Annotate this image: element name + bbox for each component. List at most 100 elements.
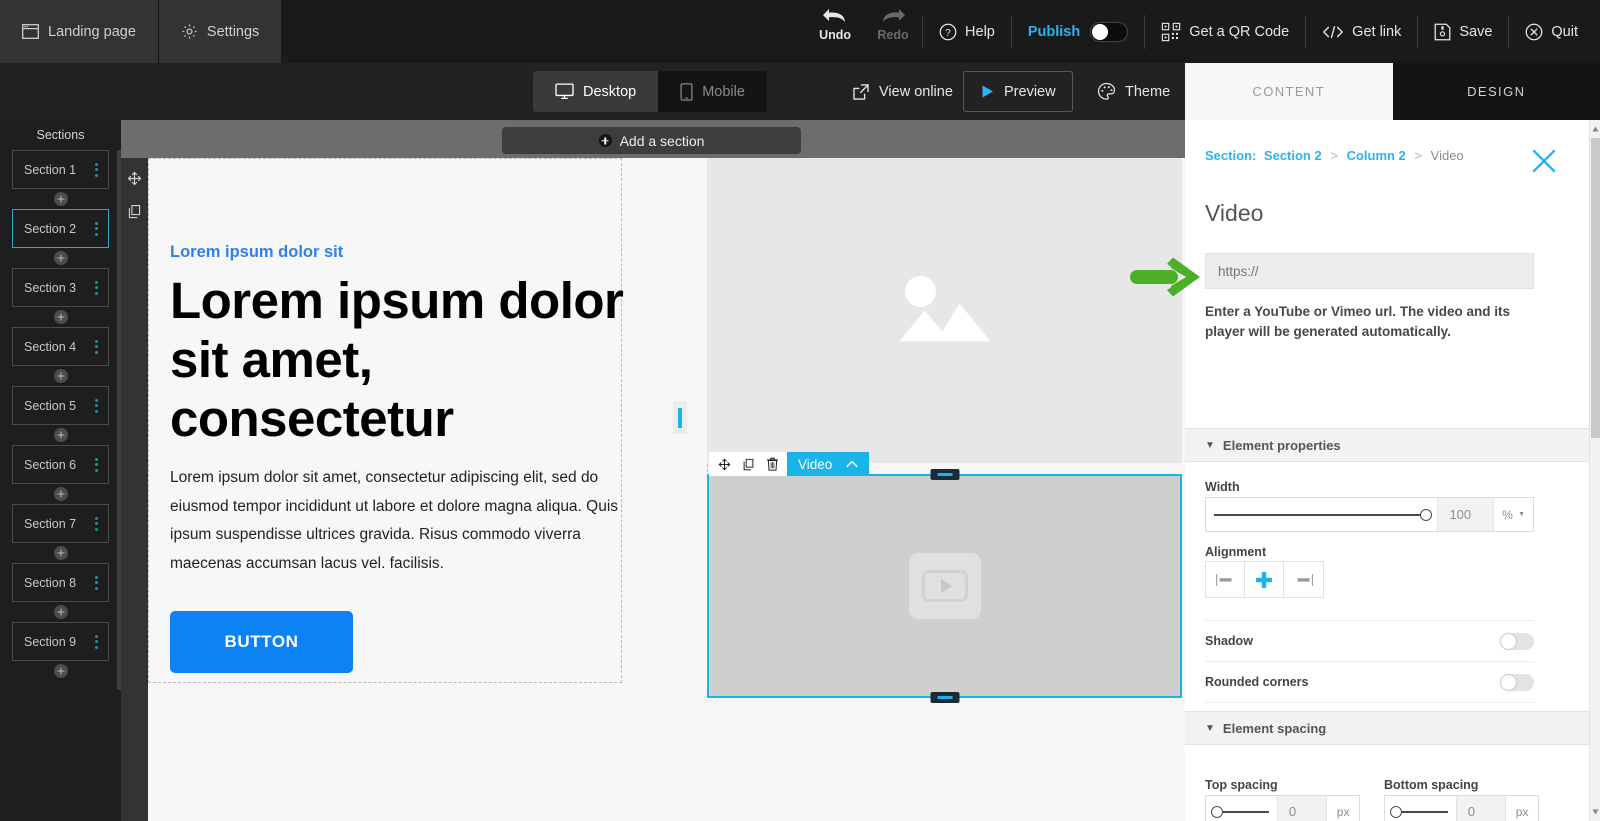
delete-element-button[interactable] [760, 452, 784, 476]
breadcrumb-section-prefix[interactable]: Section: [1205, 148, 1256, 163]
align-center-button[interactable] [1245, 562, 1284, 597]
sidebar-item-section-1[interactable]: Section 1 [12, 150, 109, 189]
scroll-down-arrow-icon[interactable] [1591, 805, 1600, 819]
duplicate-element-button[interactable] [736, 452, 760, 476]
section-more-options-icon[interactable] [95, 635, 98, 649]
right-panel-scroll-thumb[interactable] [1591, 138, 1600, 438]
sidebar-item-section-3[interactable]: Section 3 [12, 268, 109, 307]
sidebar-item-section-5[interactable]: Section 5 [12, 386, 109, 425]
bottom-spacing-value[interactable]: 0 [1456, 796, 1505, 821]
sidebar-item-label: Section 4 [24, 340, 76, 354]
width-slider-knob[interactable] [1420, 509, 1432, 521]
width-unit-select[interactable]: % ▼ [1493, 498, 1533, 531]
add-section-after-1[interactable] [54, 192, 68, 206]
sidebar-item-section-9[interactable]: Section 9 [12, 622, 109, 661]
device-mobile-button[interactable]: Mobile [658, 71, 767, 112]
image-placeholder[interactable] [707, 158, 1182, 463]
sidebar-item-label: Section 8 [24, 576, 76, 590]
bottom-spacing-slider[interactable] [1385, 796, 1456, 821]
breadcrumb-column[interactable]: Column 2 [1347, 148, 1406, 163]
get-qr-code-button[interactable]: Get a QR Code [1145, 12, 1305, 52]
device-desktop-button[interactable]: Desktop [533, 71, 658, 112]
column-1[interactable]: Lorem ipsum dolor sit Lorem ipsum dolor … [148, 158, 622, 683]
section-more-options-icon[interactable] [95, 399, 98, 413]
accordion-element-properties[interactable]: ▼ Element properties [1185, 428, 1589, 462]
top-spacing-slider-knob[interactable] [1211, 806, 1223, 818]
column-resize-handle[interactable] [673, 401, 687, 434]
publish-switch[interactable] [1090, 22, 1128, 42]
breadcrumb-current: Video [1431, 148, 1464, 163]
tab-settings[interactable]: Settings [158, 0, 281, 63]
section-more-options-icon[interactable] [95, 517, 98, 531]
save-button[interactable]: Save [1418, 12, 1508, 52]
align-left-button[interactable] [1206, 562, 1245, 597]
section-left-rail [121, 158, 148, 821]
kicker-text[interactable]: Lorem ipsum dolor sit [170, 243, 600, 262]
add-section-after-6[interactable] [54, 487, 68, 501]
sidebar-item-section-7[interactable]: Section 7 [12, 504, 109, 543]
redo-button[interactable]: Redo [864, 5, 922, 42]
add-section-after-3[interactable] [54, 310, 68, 324]
view-online-button[interactable]: View online [838, 71, 967, 112]
add-section-after-4[interactable] [54, 369, 68, 383]
sidebar-item-label: Section 9 [24, 635, 76, 649]
section-more-options-icon[interactable] [95, 163, 98, 177]
cta-button-label: BUTTON [224, 632, 298, 652]
tab-content[interactable]: CONTENT [1185, 63, 1393, 120]
theme-button[interactable]: Theme [1083, 71, 1184, 112]
section-more-options-icon[interactable] [95, 458, 98, 472]
element-type-chip[interactable]: Video [787, 452, 869, 476]
add-section-after-9[interactable] [54, 664, 68, 678]
top-toolbar-left: Landing page Settings [0, 0, 281, 63]
sidebar-item-section-2[interactable]: Section 2 [12, 209, 109, 248]
duplicate-section-button[interactable] [121, 198, 148, 225]
resize-handle-bottom[interactable] [930, 692, 959, 703]
add-section-after-7[interactable] [54, 546, 68, 560]
close-panel-button[interactable] [1531, 148, 1557, 174]
shadow-row: Shadow [1205, 621, 1534, 662]
scroll-up-arrow-icon[interactable] [1591, 122, 1600, 136]
preview-button[interactable]: Preview [963, 71, 1073, 112]
width-value[interactable]: 100 [1437, 498, 1493, 531]
add-section-after-2[interactable] [54, 251, 68, 265]
top-spacing-slider[interactable] [1206, 796, 1277, 821]
resize-handle-top[interactable] [930, 469, 959, 480]
redo-label: Redo [877, 28, 908, 42]
tab-design[interactable]: DESIGN [1393, 63, 1600, 120]
section-more-options-icon[interactable] [95, 340, 98, 354]
chevron-up-icon[interactable] [846, 460, 858, 468]
sidebar-item-section-6[interactable]: Section 6 [12, 445, 109, 484]
breadcrumb-section[interactable]: Section 2 [1264, 148, 1322, 163]
move-section-handle[interactable] [121, 165, 148, 192]
undo-button[interactable]: Undo [806, 5, 864, 42]
align-right-button[interactable] [1284, 562, 1323, 597]
add-section-after-5[interactable] [54, 428, 68, 442]
help-button[interactable]: ? Help [923, 12, 1011, 52]
tab-landing-page[interactable]: Landing page [0, 0, 158, 63]
play-triangle-icon [980, 84, 995, 99]
bottom-spacing-control: 0 px [1384, 795, 1539, 821]
move-element-handle[interactable] [712, 452, 736, 476]
quit-button[interactable]: Quit [1509, 12, 1600, 52]
headline-text[interactable]: Lorem ipsum dolor sit amet, consectetur [170, 271, 640, 448]
add-section-button[interactable]: Add a section [502, 127, 801, 154]
shadow-toggle[interactable] [1500, 633, 1534, 650]
bottom-spacing-slider-knob[interactable] [1390, 806, 1402, 818]
add-section-after-8[interactable] [54, 605, 68, 619]
right-panel-scrollbar[interactable] [1589, 120, 1600, 821]
section-more-options-icon[interactable] [95, 281, 98, 295]
top-spacing-value[interactable]: 0 [1277, 796, 1326, 821]
video-url-input[interactable] [1205, 253, 1534, 289]
body-text[interactable]: Lorem ipsum dolor sit amet, consectetur … [170, 464, 645, 579]
sidebar-item-section-4[interactable]: Section 4 [12, 327, 109, 366]
video-element[interactable]: Video [707, 474, 1182, 698]
rounded-corners-toggle[interactable] [1500, 674, 1534, 691]
publish-toggle[interactable]: Publish [1012, 22, 1144, 42]
cta-button[interactable]: BUTTON [170, 611, 353, 673]
get-link-button[interactable]: Get link [1306, 12, 1417, 52]
section-more-options-icon[interactable] [95, 222, 98, 236]
sidebar-item-section-8[interactable]: Section 8 [12, 563, 109, 602]
width-slider[interactable] [1206, 498, 1437, 531]
accordion-element-spacing[interactable]: ▼ Element spacing [1185, 711, 1589, 745]
section-more-options-icon[interactable] [95, 576, 98, 590]
